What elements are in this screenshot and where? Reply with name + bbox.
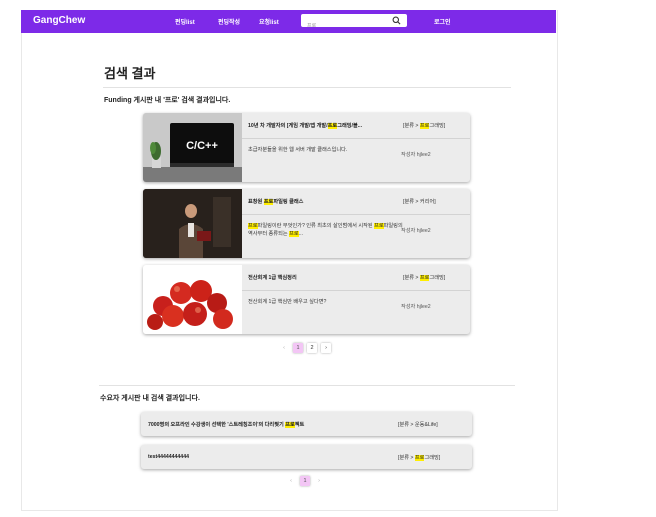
card-title[interactable]: 표창원 프로파일링 클래스 [248, 198, 406, 205]
card-author: 작성자 hjlee2 [401, 152, 431, 158]
nav-funding-write[interactable]: 펀딩작성 [218, 17, 240, 26]
instructor-photo-image [143, 189, 242, 258]
keyword-highlight: 프로 [327, 123, 338, 129]
divider [99, 385, 515, 386]
prev-page-button[interactable]: ‹ [279, 343, 289, 353]
apples-image [143, 265, 242, 334]
request-pagination: ‹ 1 › [286, 476, 324, 486]
card-author: 작성자 hjlee2 [401, 228, 431, 234]
request-section-heading: 수요자 게시판 내 검색 결과입니다. [100, 395, 200, 402]
brand-logo[interactable]: GangChew [33, 15, 85, 26]
page-button-1[interactable]: 1 [293, 343, 303, 353]
funding-section-heading: Funding 게시판 내 '프로' 검색 결과입니다. [104, 97, 231, 104]
keyword-highlight: 프로 [289, 231, 299, 237]
request-list-item[interactable]: test44444444444 [분류 > 프로그래밍] [141, 445, 472, 469]
card-divider [242, 214, 470, 215]
page-button-1[interactable]: 1 [300, 476, 310, 486]
nav-funding-list[interactable]: 펀딩list [175, 17, 195, 26]
card-title[interactable]: 10년 차 개발자의 [게임 개발/앱 개발/프로그래밍/볼... [248, 122, 406, 129]
login-link[interactable]: 로그인 [434, 17, 451, 26]
keyword-highlight: 프로 [285, 422, 295, 428]
search-box [301, 14, 407, 32]
keyword-highlight: 프로 [419, 123, 430, 129]
request-title[interactable]: test44444444444 [148, 454, 189, 460]
top-nav: GangChew 펀딩list 펀딩작성 요청list 로그인 [21, 10, 556, 33]
card-author: 작성자 hjlee2 [401, 304, 431, 310]
divider [103, 87, 511, 88]
card-category: [분류 > 프로그래밍] [403, 275, 446, 281]
funding-card[interactable]: 전산회계 1급 핵심정리 [분류 > 프로그래밍] 전산회계 1급 핵심만 배우… [143, 265, 470, 334]
prev-page-button[interactable]: ‹ [286, 476, 296, 486]
funding-card[interactable]: 표창원 프로파일링 클래스 [분류 > 커리어] 프로파일링이란 무엇인가? 인… [143, 189, 470, 258]
card-category: [분류 > 프로그래밍] [403, 123, 446, 129]
keyword-highlight: 프로 [248, 223, 258, 229]
page-title: 검색 결과 [104, 66, 156, 81]
page-button-2[interactable]: 2 [307, 343, 317, 353]
card-divider [242, 290, 470, 291]
card-divider [242, 138, 470, 139]
card-description: 전산회계 1급 핵심만 배우고 싶다면? [248, 299, 327, 305]
card-description: 초급자분들을 위한 웹 서버 개발 클래스입니다. [248, 147, 348, 153]
nav-request-list[interactable]: 요청list [259, 17, 279, 26]
course-thumbnail-image: C/C++ [143, 113, 242, 182]
request-category: [분류 > 운동&Life] [398, 422, 438, 428]
card-title[interactable]: 전산회계 1급 핵심정리 [248, 274, 406, 281]
keyword-highlight: 프로 [414, 455, 425, 461]
request-title[interactable]: 7000명의 오프라인 수강생이 선택한 '스트레칭조이'의 다리찢기 프로젝트 [148, 421, 304, 428]
card-description: 프로파일링이란 무엇인가? 인류 최초의 살인범에서 시작된 프로파일링의 역사… [248, 223, 403, 237]
next-page-button[interactable]: › [321, 343, 331, 353]
card-category: [분류 > 커리어] [403, 199, 436, 205]
request-category: [분류 > 프로그래밍] [398, 455, 441, 461]
search-input[interactable] [301, 19, 387, 32]
keyword-highlight: 프로 [263, 199, 274, 205]
next-page-button[interactable]: › [314, 476, 324, 486]
search-icon[interactable] [392, 16, 401, 25]
thumbnail-label: C/C++ [186, 140, 218, 152]
request-list-item[interactable]: 7000명의 오프라인 수강생이 선택한 '스트레칭조이'의 다리찢기 프로젝트… [141, 412, 472, 436]
funding-pagination: ‹ 1 2 › [279, 343, 331, 353]
keyword-highlight: 프로 [419, 275, 430, 281]
funding-card[interactable]: C/C++ 10년 차 개발자의 [게임 개발/앱 개발/프로그래밍/볼... … [143, 113, 470, 182]
keyword-highlight: 프로 [374, 223, 384, 229]
